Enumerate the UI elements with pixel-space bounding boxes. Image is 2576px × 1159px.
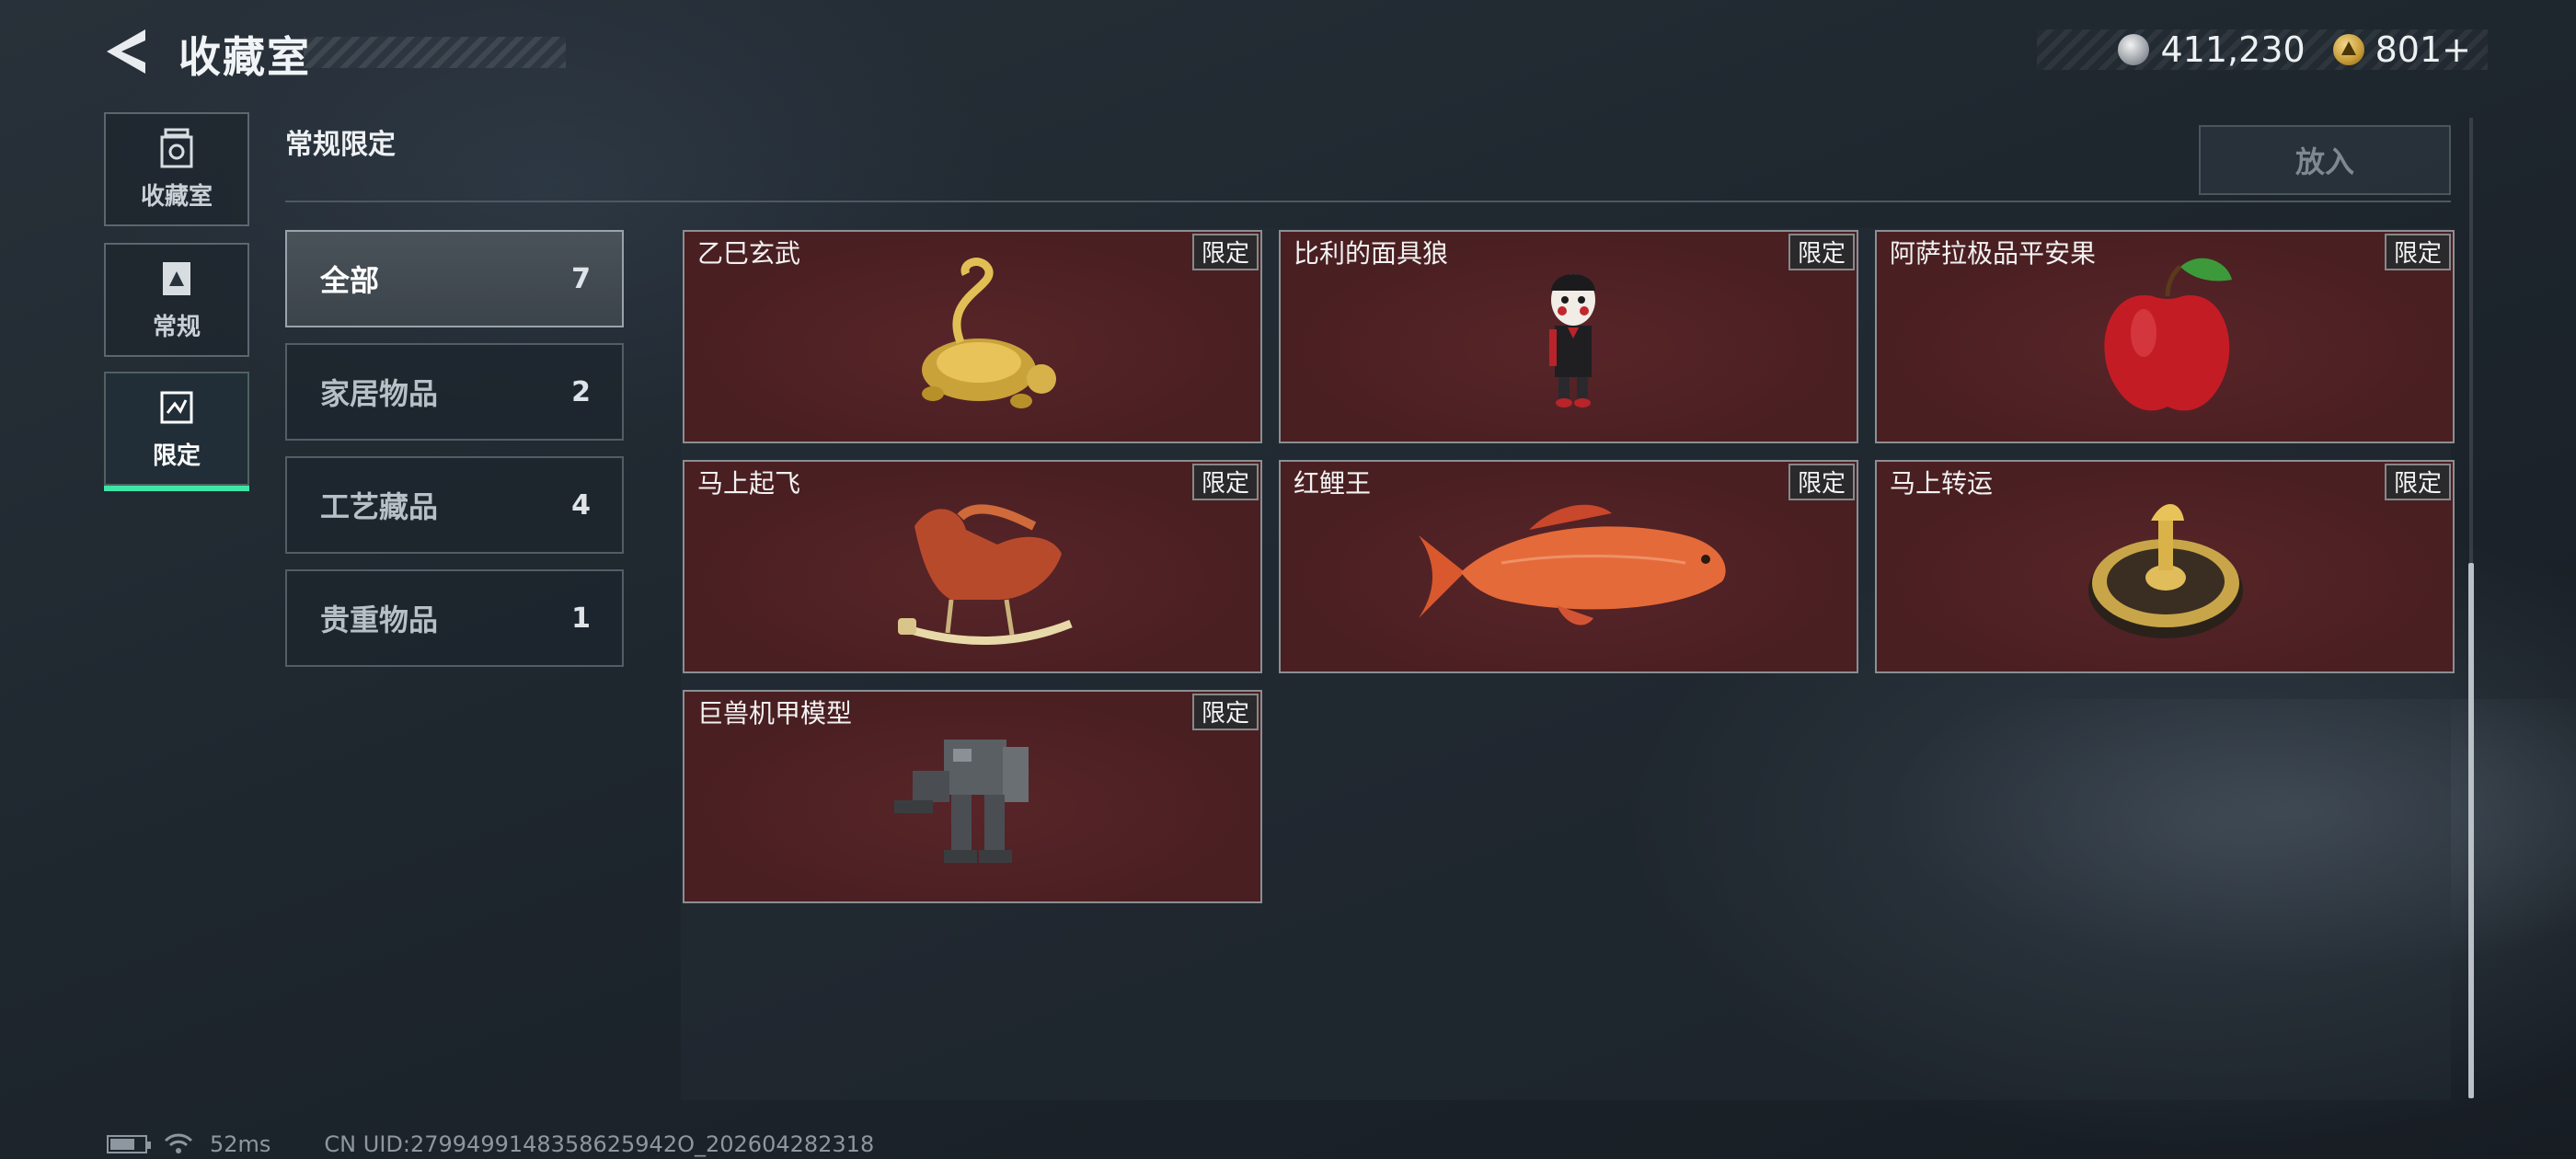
currency-silver[interactable]: 411,230: [2118, 29, 2306, 70]
item-name: 阿萨拉极品平安果: [1890, 238, 2097, 269]
item-card[interactable]: 红鲤王 限定: [1279, 460, 1858, 673]
item-card[interactable]: 乙巳玄武 限定: [683, 230, 1262, 443]
item-card[interactable]: 马上转运 限定: [1875, 460, 2455, 673]
section-divider: [285, 201, 2451, 202]
category-name: 工艺藏品: [320, 489, 439, 524]
section-title: 常规限定: [285, 129, 396, 161]
rail-label: 限定: [152, 442, 201, 470]
category-count: 7: [571, 262, 591, 295]
collection-room-icon: [160, 128, 193, 167]
item-name: 巨兽机甲模型: [697, 698, 853, 729]
put-in-button[interactable]: 放入: [2199, 125, 2451, 195]
category-name: 贵重物品: [320, 602, 439, 637]
limited-badge: 限定: [1191, 464, 1259, 500]
rail-item-regular[interactable]: 常规: [104, 243, 249, 357]
item-card[interactable]: 马上起飞 限定: [683, 460, 1262, 673]
category-household[interactable]: 家居物品 2: [285, 343, 624, 441]
scrollbar-thumb[interactable]: [2468, 563, 2474, 1098]
rail-item-collection-room[interactable]: 收藏室: [104, 112, 249, 226]
category-name: 全部: [320, 263, 380, 298]
gold-triangle-coin-icon: [2332, 34, 2364, 65]
back-arrow-icon[interactable]: [103, 26, 149, 77]
item-name: 马上起飞: [697, 468, 801, 499]
category-count: 4: [571, 488, 591, 522]
gold-amount: 801+: [2375, 29, 2471, 70]
silver-coin-icon: [2118, 34, 2150, 65]
limited-badge: 限定: [2384, 234, 2451, 270]
item-name: 比利的面具狼: [1294, 238, 1449, 269]
category-count: 1: [571, 602, 591, 635]
rail-item-limited[interactable]: 限定: [104, 372, 249, 491]
item-name: 红鲤王: [1294, 468, 1372, 499]
limited-badge: 限定: [1191, 694, 1259, 730]
regular-icon: [163, 261, 190, 295]
category-crafts[interactable]: 工艺藏品 4: [285, 456, 624, 554]
uid-text: CN UID:2799499148358625942O_202604282318: [324, 1131, 875, 1157]
limited-badge: 限定: [1788, 234, 1855, 270]
wifi-icon: [164, 1133, 193, 1153]
item-name: 马上转运: [1890, 468, 1994, 499]
battery-icon: [107, 1135, 151, 1153]
rail-label: 常规: [152, 313, 201, 341]
limited-badge: 限定: [1191, 234, 1259, 270]
rail-label: 收藏室: [140, 182, 213, 211]
category-name: 家居物品: [320, 376, 439, 411]
ping-text: 52ms: [210, 1131, 271, 1157]
currency-gold[interactable]: 801+: [2332, 29, 2471, 70]
category-all[interactable]: 全部 7: [285, 230, 624, 327]
title-decoration: [304, 37, 566, 68]
item-card[interactable]: 比利的面具狼 限定: [1279, 230, 1858, 443]
status-bar: 52ms CN UID:2799499148358625942O_2026042…: [107, 1131, 874, 1157]
category-valuables[interactable]: 贵重物品 1: [285, 569, 624, 667]
limited-icon: [160, 391, 193, 423]
limited-badge: 限定: [2384, 464, 2451, 500]
item-card[interactable]: 阿萨拉极品平安果 限定: [1875, 230, 2455, 443]
page-title: 收藏室: [178, 32, 311, 82]
silver-amount: 411,230: [2160, 29, 2306, 70]
item-card[interactable]: 巨兽机甲模型 限定: [683, 690, 1262, 903]
item-name: 乙巳玄武: [697, 238, 801, 269]
currency-bar: 411,230 801+: [2037, 29, 2488, 70]
limited-badge: 限定: [1788, 464, 1855, 500]
category-count: 2: [571, 375, 591, 408]
